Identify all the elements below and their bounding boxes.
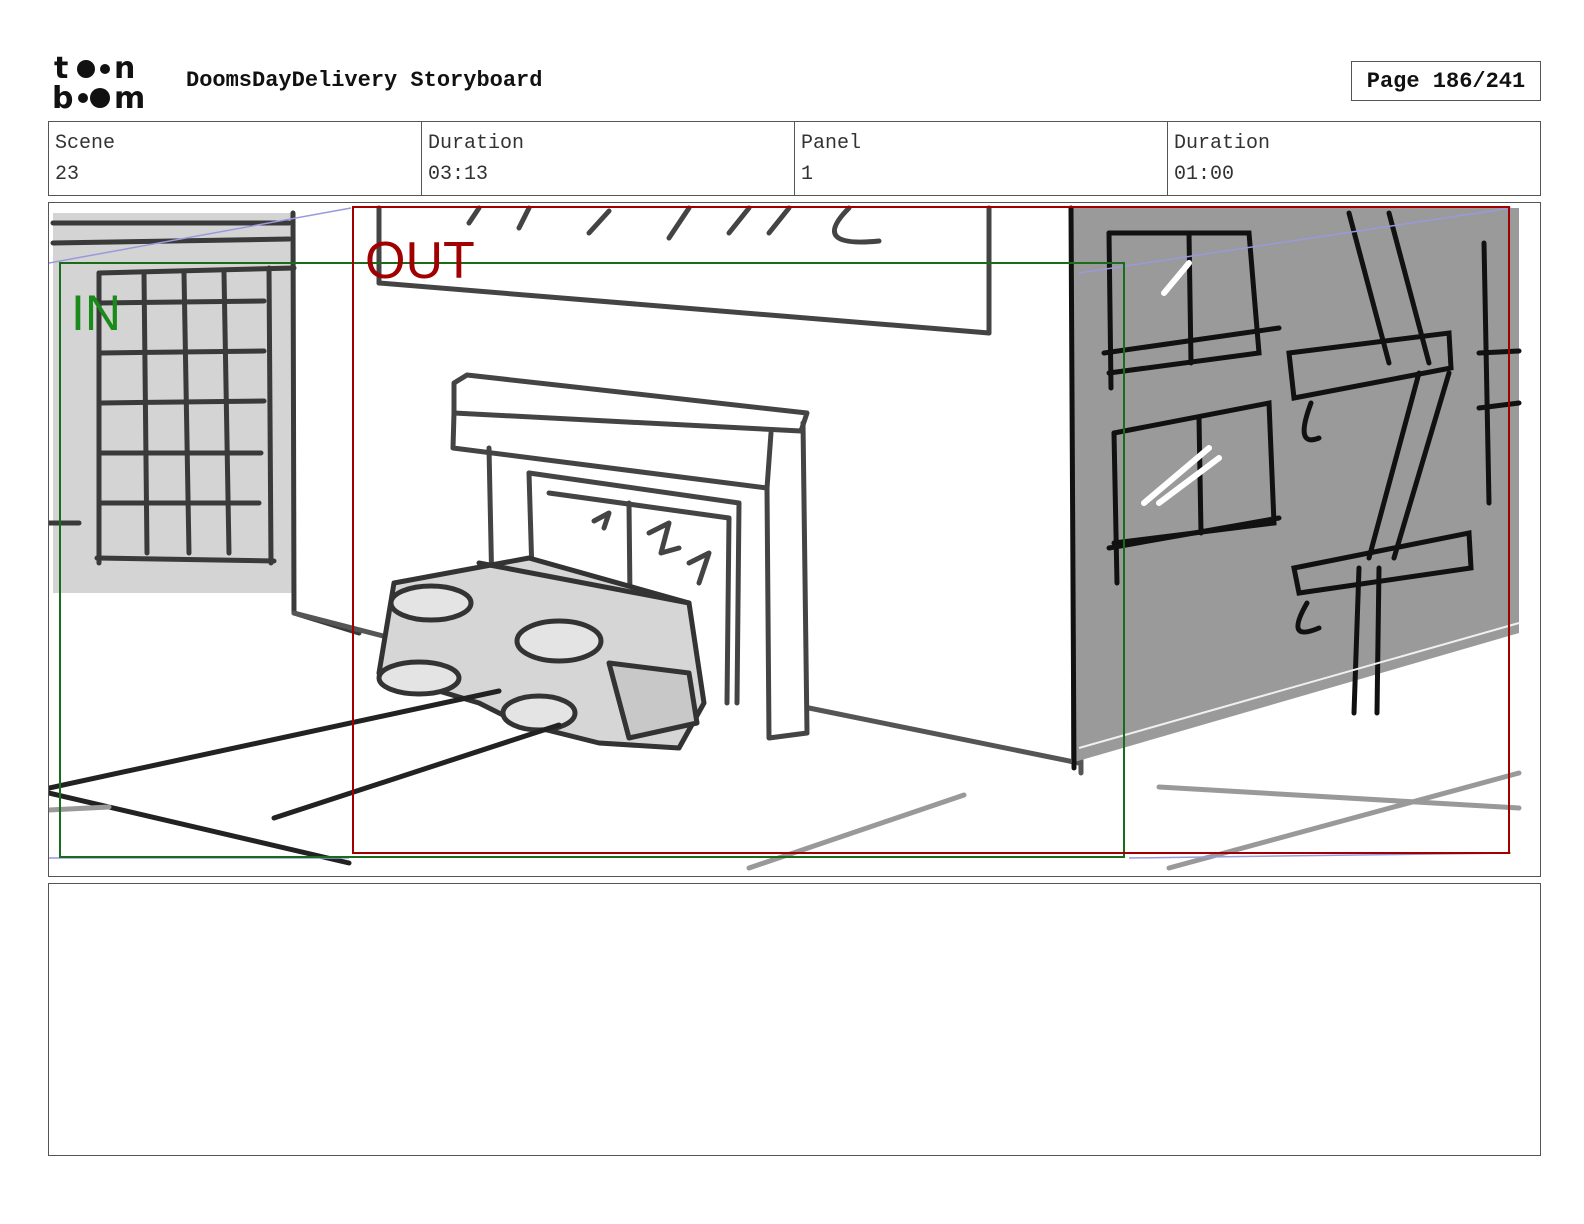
panel-caption-box: [48, 883, 1541, 1156]
panel-duration-label: Duration: [1174, 132, 1271, 155]
in-label: IN: [71, 285, 121, 341]
panel-cell: Panel 1: [795, 122, 1168, 195]
document-title: DoomsDayDelivery Storyboard: [186, 68, 543, 93]
svg-text:m: m: [114, 81, 145, 112]
panel-info-table: Scene 23 Duration 03:13 Panel 1 Duration…: [48, 121, 1541, 196]
panel-label: Panel: [801, 132, 862, 155]
panel-sketch: IN OUT: [49, 203, 1540, 876]
panel-duration-value: 01:00: [1174, 163, 1235, 186]
panel-value: 1: [801, 163, 814, 186]
panel-duration-cell: Duration 01:00: [1168, 122, 1540, 195]
scene-duration-value: 03:13: [428, 163, 489, 186]
toon-boom-logo: t n b m: [52, 52, 145, 112]
svg-text:b: b: [52, 81, 73, 112]
scene-duration-cell: Duration 03:13: [422, 122, 795, 195]
out-label: OUT: [365, 232, 475, 290]
storyboard-panel: IN OUT: [48, 202, 1541, 877]
scene-cell: Scene 23: [49, 122, 422, 195]
scene-value: 23: [55, 163, 80, 186]
scene-duration-label: Duration: [428, 132, 525, 155]
scene-label: Scene: [55, 132, 116, 155]
page-number: Page 186/241: [1351, 61, 1541, 101]
